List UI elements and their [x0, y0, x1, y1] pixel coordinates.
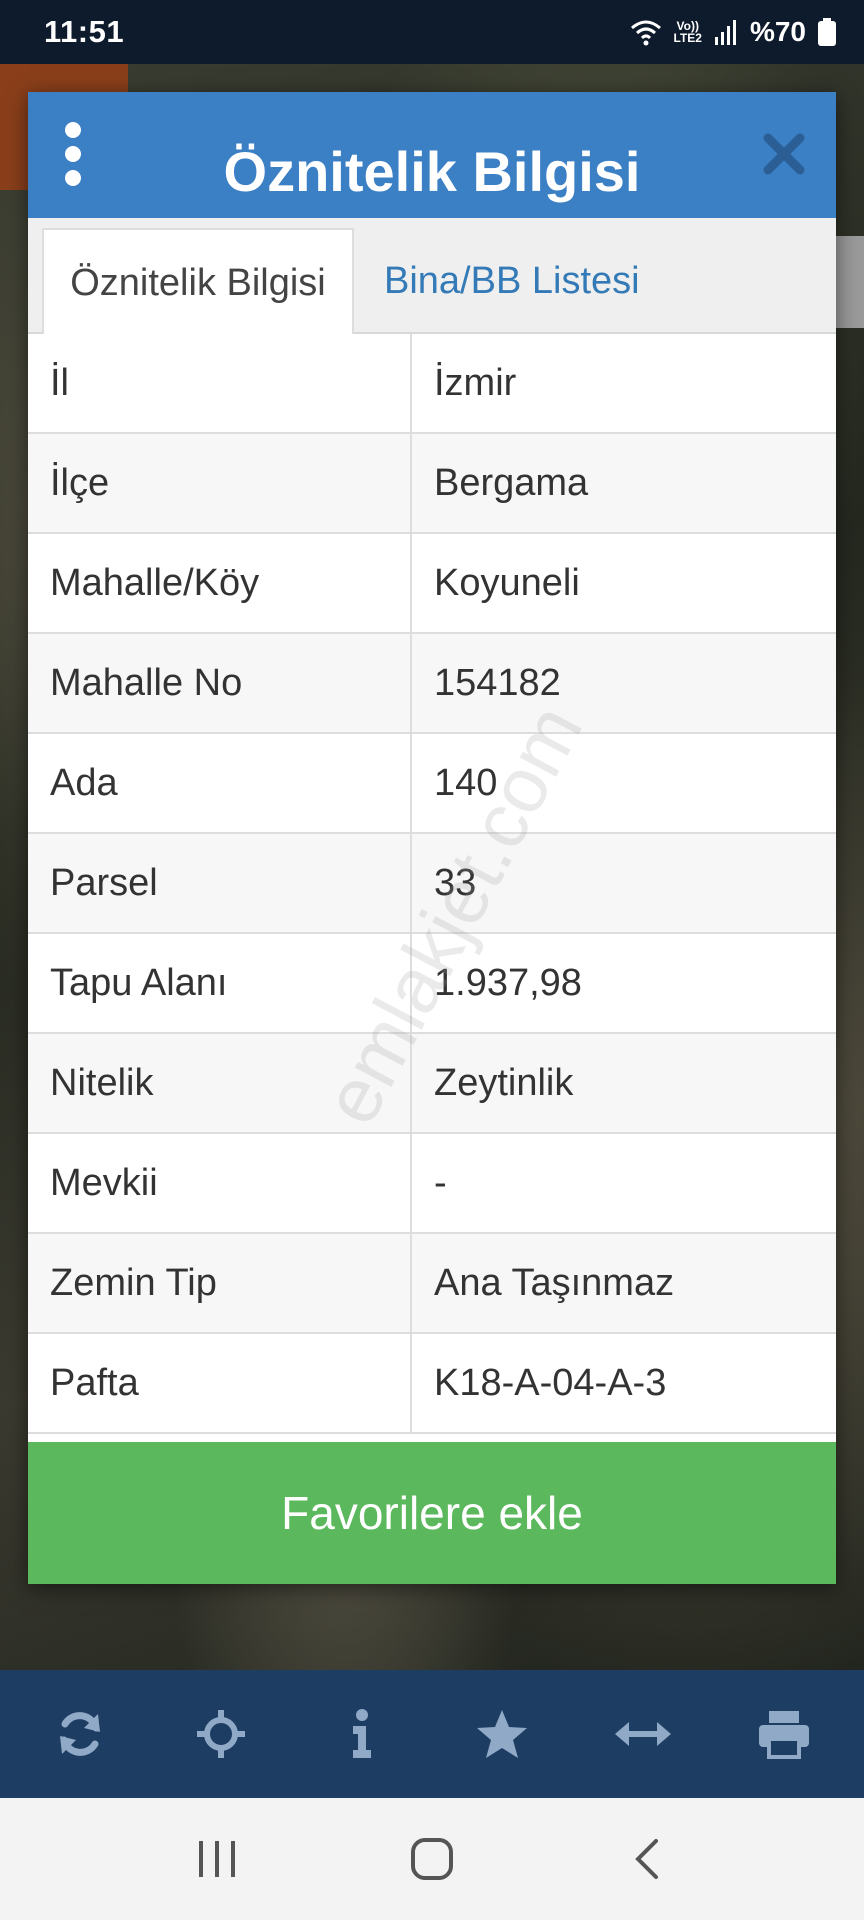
refresh-button[interactable] — [30, 1684, 130, 1784]
row-label: Mahalle/Köy — [28, 534, 412, 632]
row-value: 33 — [434, 862, 477, 904]
wifi-icon — [630, 20, 661, 46]
lte-label: LTE2 — [673, 31, 702, 45]
back-icon — [634, 1839, 658, 1879]
status-icons: Vo)) LTE2 %70 — [630, 16, 836, 48]
system-navbar — [0, 1798, 864, 1920]
recent-apps-button[interactable] — [177, 1819, 257, 1899]
row-label: Zemin Tip — [28, 1234, 412, 1332]
battery-icon — [818, 18, 836, 46]
signal-icon — [714, 20, 736, 45]
row-value: Zeytinlik — [434, 1062, 574, 1104]
star-icon — [477, 1710, 528, 1758]
row-label: Nitelik — [28, 1034, 412, 1132]
status-bar: 11:51 Vo)) LTE2 %70 — [0, 0, 864, 64]
print-icon — [758, 1711, 809, 1759]
row-value: K18-A-04-A-3 — [434, 1362, 667, 1404]
row-label: Parsel — [28, 834, 412, 932]
battery-percent: %70 — [749, 16, 806, 47]
dialog-tabs: Öznitelik Bilgisi Bina/BB Listesi — [28, 218, 836, 336]
row-label: Mevkii — [28, 1134, 412, 1232]
row-value: İzmir — [434, 362, 517, 404]
add-to-favorites-button[interactable]: Favorilere ekle — [28, 1442, 836, 1584]
row-label: İl — [28, 334, 412, 432]
table-row: Nitelik Zeytinlik — [28, 1034, 836, 1134]
row-value: 154182 — [434, 662, 561, 704]
map-toolbar — [0, 1670, 864, 1798]
table-row: İlçe Bergama — [28, 434, 836, 534]
row-value: 1.937,98 — [434, 962, 582, 1004]
tab-attribute-info[interactable]: Öznitelik Bilgisi — [42, 228, 354, 336]
locate-button[interactable] — [171, 1684, 271, 1784]
table-row: Ada 140 — [28, 734, 836, 834]
home-icon — [410, 1838, 453, 1880]
tab-building-list[interactable]: Bina/BB Listesi — [384, 228, 684, 334]
table-row: Tapu Alanı 1.937,98 — [28, 934, 836, 1034]
table-row: Mevkii - — [28, 1134, 836, 1234]
measure-button[interactable] — [593, 1684, 693, 1784]
network-type: Vo)) LTE2 — [674, 20, 702, 44]
arrows-horizontal-icon — [614, 1722, 671, 1746]
dialog-title: Öznitelik Bilgisi — [223, 140, 641, 203]
row-label: Tapu Alanı — [28, 934, 412, 1032]
row-value: Ana Taşınmaz — [434, 1262, 675, 1304]
row-value: Koyuneli — [434, 562, 580, 604]
favorites-button[interactable] — [452, 1684, 552, 1784]
row-value: Bergama — [434, 462, 589, 504]
table-row: İl İzmir — [28, 334, 836, 434]
home-button[interactable] — [392, 1819, 472, 1899]
back-button[interactable] — [607, 1819, 687, 1899]
close-icon[interactable] — [762, 132, 806, 176]
dialog-header: Öznitelik Bilgisi — [28, 92, 836, 218]
table-row: Mahalle/Köy Koyuneli — [28, 534, 836, 634]
attribute-dialog: Öznitelik Bilgisi Öznitelik Bilgisi Bina… — [28, 92, 836, 1584]
info-icon — [352, 1709, 371, 1758]
table-row: Mahalle No 154182 — [28, 634, 836, 734]
row-label: Pafta — [28, 1334, 412, 1432]
table-row: Parsel 33 — [28, 834, 836, 934]
crosshair-icon — [196, 1710, 245, 1758]
row-label: Mahalle No — [28, 634, 412, 732]
table-row: Zemin Tip Ana Taşınmaz — [28, 1234, 836, 1334]
info-button[interactable] — [312, 1684, 412, 1784]
attribute-table: İl İzmir İlçe Bergama Mahalle/Köy Koyune… — [28, 334, 836, 1434]
refresh-icon — [60, 1712, 101, 1756]
row-label: İlçe — [28, 434, 412, 532]
recent-apps-icon — [199, 1841, 236, 1877]
print-button[interactable] — [734, 1684, 834, 1784]
row-value: 140 — [434, 762, 498, 804]
row-value: - — [434, 1162, 447, 1204]
status-time: 11:51 — [44, 14, 125, 49]
table-row: Pafta K18-A-04-A-3 — [28, 1334, 836, 1434]
row-label: Ada — [28, 734, 412, 832]
